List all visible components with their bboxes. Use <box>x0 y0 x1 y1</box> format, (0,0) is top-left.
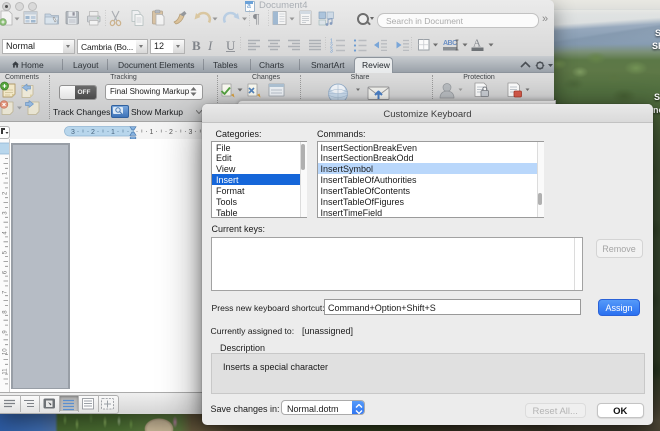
svg-text:B: B <box>192 38 201 53</box>
svg-text:3: 3 <box>189 129 193 136</box>
svg-text:1: 1 <box>111 129 115 136</box>
svg-text:3: 3 <box>71 129 75 136</box>
svg-text:ABC: ABC <box>443 40 457 47</box>
svg-text:11: 11 <box>3 368 9 375</box>
svg-text:2: 2 <box>91 129 95 136</box>
svg-text:I: I <box>207 38 213 53</box>
svg-text:¶: ¶ <box>253 12 260 27</box>
svg-text:2: 2 <box>169 129 173 136</box>
svg-text:10: 10 <box>3 348 9 355</box>
svg-text:1: 1 <box>150 129 154 136</box>
svg-text:3: 3 <box>330 49 333 55</box>
svg-text:U: U <box>226 38 236 53</box>
